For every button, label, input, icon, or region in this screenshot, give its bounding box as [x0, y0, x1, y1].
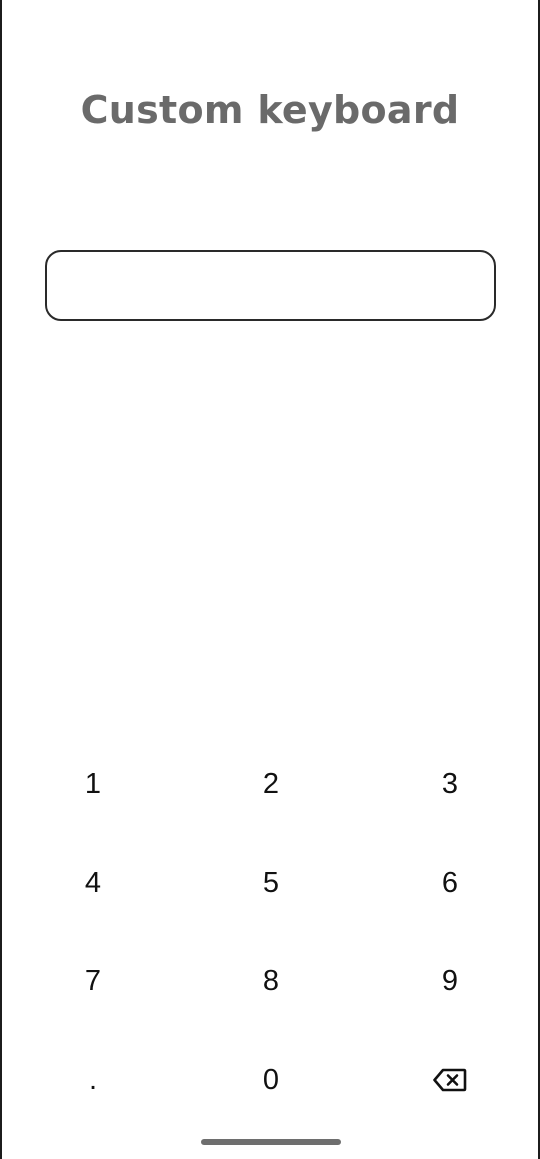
- text-input-field[interactable]: [45, 250, 496, 321]
- backspace-button[interactable]: [390, 1040, 510, 1120]
- key-8[interactable]: 8: [211, 941, 331, 1021]
- page-title: Custom keyboard: [80, 88, 460, 132]
- key-5[interactable]: 5: [211, 843, 331, 923]
- key-decimal[interactable]: .: [33, 1040, 153, 1120]
- key-6[interactable]: 6: [390, 843, 510, 923]
- key-9[interactable]: 9: [390, 941, 510, 1021]
- key-0[interactable]: 0: [211, 1040, 331, 1120]
- app-screen: Custom keyboard 1 2 3 4 5 6 7 8 9 . 0: [0, 0, 540, 1159]
- key-7[interactable]: 7: [33, 941, 153, 1021]
- custom-keypad: 1 2 3 4 5 6 7 8 9 . 0: [2, 735, 538, 1128]
- key-4[interactable]: 4: [33, 843, 153, 923]
- gesture-nav-handle[interactable]: [201, 1139, 341, 1145]
- backspace-icon: [433, 1068, 467, 1092]
- key-2[interactable]: 2: [211, 744, 331, 824]
- key-3[interactable]: 3: [390, 744, 510, 824]
- key-1[interactable]: 1: [33, 744, 153, 824]
